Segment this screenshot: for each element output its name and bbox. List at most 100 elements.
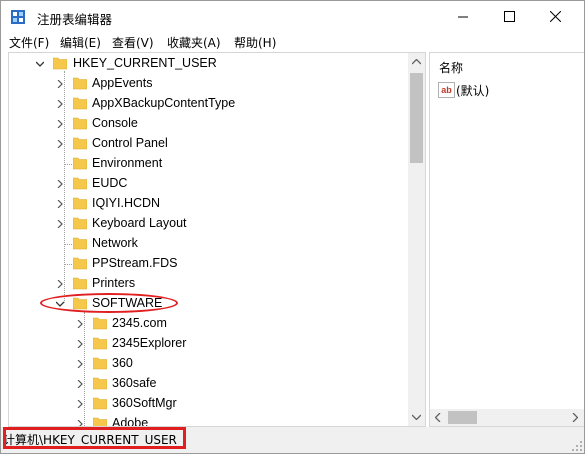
value-name: (默认) (456, 84, 490, 98)
column-header-name[interactable]: 名称 (439, 59, 463, 76)
folder-icon (93, 357, 107, 370)
chevron-right-icon[interactable] (76, 400, 84, 408)
values-list-pane[interactable]: 名称 ab (默认) (429, 52, 584, 427)
key-tree-pane[interactable]: HKEY_CURRENT_USER AppEvents AppXBackupCo… (8, 52, 426, 427)
tree-connector (65, 264, 72, 265)
menu-file[interactable]: 文件(F) (9, 34, 49, 51)
folder-icon (73, 97, 87, 110)
folder-icon (93, 317, 107, 330)
status-bar: 计算机\HKEY_CURRENT_USER (1, 427, 584, 453)
close-button[interactable] (533, 1, 579, 32)
chevron-right-icon[interactable] (56, 220, 64, 228)
folder-icon (93, 417, 107, 426)
chevron-right-icon[interactable] (76, 420, 84, 427)
tree-item-label: Control Panel (92, 136, 168, 150)
tree-item-label: Network (92, 236, 138, 250)
folder-icon (93, 377, 107, 390)
tree-item-label: AppXBackupContentType (92, 96, 236, 110)
tree-item-printers[interactable]: Printers (9, 274, 409, 294)
menu-bar: 文件(F) 编辑(E) 查看(V) 收藏夹(A) 帮助(H) (1, 32, 584, 52)
tree-item-2345-com[interactable]: 2345.com (9, 314, 409, 334)
menu-view[interactable]: 查看(V) (112, 34, 154, 51)
values-horizontal-scrollbar[interactable] (430, 409, 584, 426)
tree-item-2345explorer[interactable]: 2345Explorer (9, 334, 409, 354)
chevron-right-icon[interactable] (56, 280, 64, 288)
folder-icon (73, 117, 87, 130)
tree-item-label: IQIYI.HCDN (92, 196, 161, 210)
tree-item-label: PPStream.FDS (92, 256, 178, 270)
chevron-down-icon[interactable] (36, 60, 44, 68)
tree-item-label: 2345Explorer (112, 336, 187, 350)
scroll-left-icon[interactable] (435, 413, 441, 422)
folder-icon (73, 197, 87, 210)
chevron-right-icon[interactable] (76, 360, 84, 368)
folder-icon (73, 177, 87, 190)
chevron-right-icon[interactable] (56, 100, 64, 108)
menu-help[interactable]: 帮助(H) (234, 34, 276, 51)
title-bar[interactable]: 注册表编辑器 (1, 1, 584, 32)
tree-item-label: Adobe (112, 416, 149, 427)
close-icon (550, 11, 561, 22)
folder-icon (93, 337, 107, 350)
registry-editor-icon (11, 10, 25, 24)
tree-item-360safe[interactable]: 360safe (9, 374, 409, 394)
scroll-down-icon[interactable] (412, 414, 421, 420)
menu-favorites[interactable]: 收藏夹(A) (167, 34, 221, 51)
tree-item-label: Printers (92, 276, 136, 290)
tree-item-label: Console (92, 116, 138, 130)
scroll-right-icon[interactable] (572, 413, 578, 422)
tree-connector (65, 244, 72, 245)
tree-vertical-scrollbar[interactable] (408, 53, 425, 426)
tree-item-appevents[interactable]: AppEvents (9, 74, 409, 94)
chevron-down-icon[interactable] (56, 300, 64, 308)
tree-item-hkey-current-user[interactable]: HKEY_CURRENT_USER (9, 54, 409, 74)
menu-edit[interactable]: 编辑(E) (60, 34, 101, 51)
tree-item-network[interactable]: Network (9, 234, 409, 254)
scrollbar-thumb[interactable] (448, 411, 477, 424)
chevron-right-icon[interactable] (56, 80, 64, 88)
tree-item-environment[interactable]: Environment (9, 154, 409, 174)
tree-item-360[interactable]: 360 (9, 354, 409, 374)
tree-item-label: 360SoftMgr (112, 396, 177, 410)
tree-item-appxbackupcontenttype[interactable]: AppXBackupContentType (9, 94, 409, 114)
tree-connector (65, 164, 72, 165)
tree-item-iqiyi-hcdn[interactable]: IQIYI.HCDN (9, 194, 409, 214)
folder-icon (73, 137, 87, 150)
minimize-button[interactable] (441, 1, 487, 32)
chevron-right-icon[interactable] (76, 320, 84, 328)
tree-item-label: Environment (92, 156, 163, 170)
chevron-right-icon[interactable] (56, 180, 64, 188)
folder-icon (73, 77, 87, 90)
folder-icon (53, 57, 67, 70)
tree-item-control-panel[interactable]: Control Panel (9, 134, 409, 154)
chevron-right-icon[interactable] (76, 380, 84, 388)
chevron-right-icon[interactable] (56, 120, 64, 128)
tree-item-ppstream-fds[interactable]: PPStream.FDS (9, 254, 409, 274)
tree-item-keyboard-layout[interactable]: Keyboard Layout (9, 214, 409, 234)
chevron-right-icon[interactable] (76, 340, 84, 348)
tree-item-label: 360safe (112, 376, 157, 390)
tree-item-label: EUDC (92, 176, 128, 190)
folder-icon (73, 257, 87, 270)
resize-grip-icon[interactable] (572, 441, 582, 451)
tree-item-label: SOFTWARE (92, 296, 163, 310)
folder-icon (73, 277, 87, 290)
maximize-icon (504, 11, 515, 22)
scrollbar-thumb[interactable] (410, 73, 423, 163)
tree-item-label: 360 (112, 356, 133, 370)
minimize-icon (458, 16, 468, 18)
tree-item-console[interactable]: Console (9, 114, 409, 134)
string-value-icon: ab (438, 82, 455, 98)
tree-item-software[interactable]: SOFTWARE (9, 294, 409, 314)
tree-item-eudc[interactable]: EUDC (9, 174, 409, 194)
registry-editor-window: 注册表编辑器 文件(F) 编辑(E) 查看(V) 收藏夹(A) 帮助(H) HK… (0, 0, 585, 454)
folder-icon (73, 297, 87, 310)
scroll-up-icon[interactable] (412, 59, 421, 65)
chevron-right-icon[interactable] (56, 200, 64, 208)
folder-icon (73, 237, 87, 250)
chevron-right-icon[interactable] (56, 140, 64, 148)
tree-item-adobe[interactable]: Adobe (9, 414, 409, 427)
window-title: 注册表编辑器 (37, 12, 113, 27)
maximize-button[interactable] (487, 1, 533, 32)
tree-item-360softmgr[interactable]: 360SoftMgr (9, 394, 409, 414)
